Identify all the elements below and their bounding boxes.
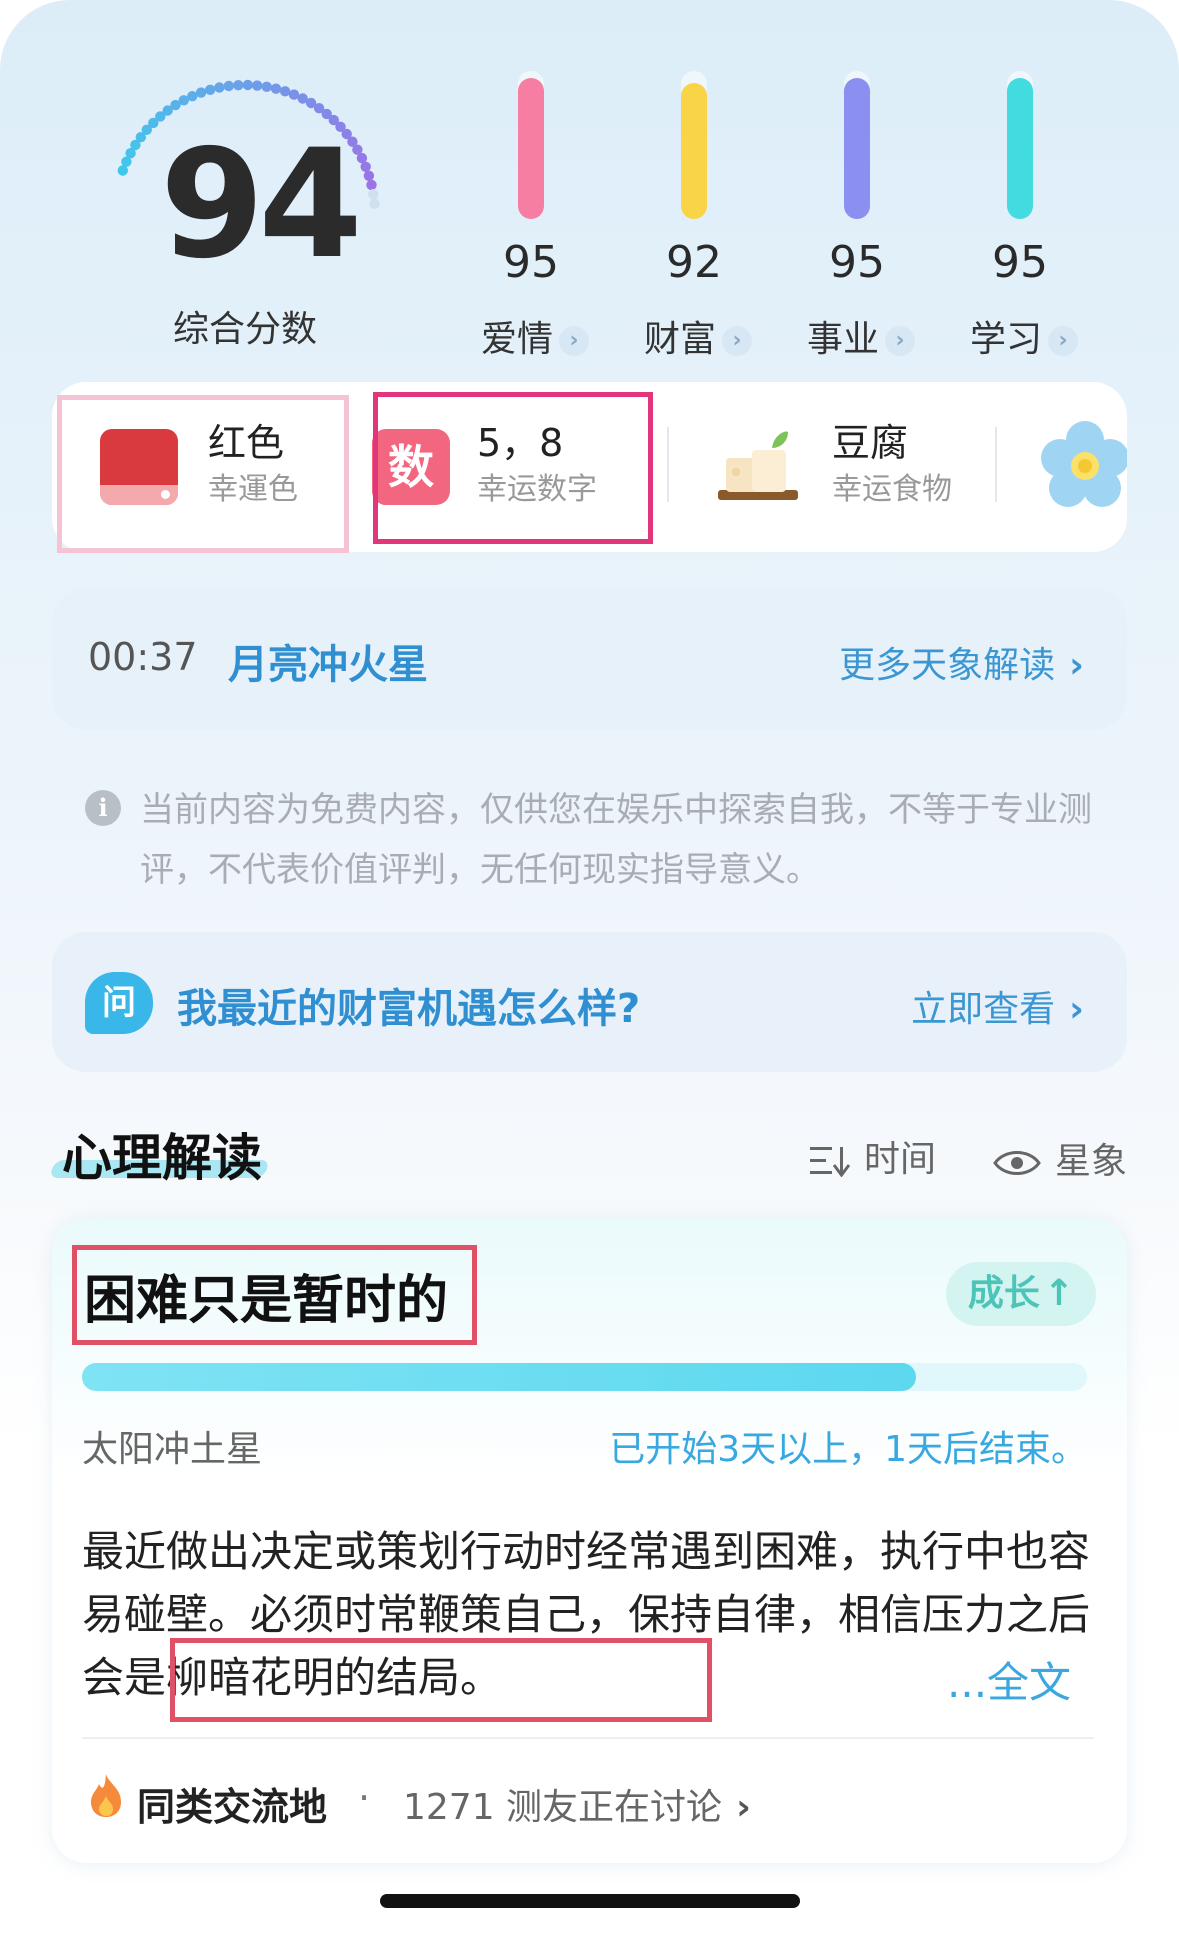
view-now-link[interactable]: 立即查看 › <box>911 980 1084 1032</box>
wealth-bar-track <box>681 71 707 219</box>
eye-icon <box>993 1151 1041 1175</box>
study-label: 学习 <box>969 319 1042 360</box>
dial-dot <box>233 80 244 91</box>
wealth-bar-fill <box>681 83 707 219</box>
sort-icon <box>810 1147 851 1178</box>
dial-dot <box>369 198 380 209</box>
flower-icon <box>1041 421 1127 507</box>
question-text: 我最近的财富机遇怎么样? <box>177 986 641 1032</box>
home-indicator[interactable] <box>380 1894 800 1908</box>
dial-dot <box>252 80 263 91</box>
arrow-up-icon: ↑ <box>1043 1273 1075 1314</box>
chevron-right-icon: › <box>1069 645 1084 686</box>
sort-label: 时间 <box>864 1139 937 1180</box>
dial-dot <box>270 83 282 94</box>
read-full-link[interactable]: ...全文 <box>947 1649 1071 1710</box>
overall-score: 94 <box>160 118 363 292</box>
dial-dot <box>360 161 371 172</box>
transit-name: 太阳冲土星 <box>82 1429 263 1470</box>
lucky-food-sub: 幸运食物 <box>832 472 952 507</box>
dial-dot <box>366 179 377 191</box>
dial-dot <box>195 87 207 98</box>
career-score: 95 <box>829 237 885 288</box>
separator-dot: · <box>358 1776 371 1820</box>
wealth-label: 财富 <box>643 319 716 360</box>
chevron-right-icon: › <box>559 326 589 356</box>
dial-dot <box>214 82 225 93</box>
chevron-right-icon: › <box>722 326 752 356</box>
study-score: 95 <box>992 237 1048 288</box>
community-count: 1271 测友正在讨论 <box>403 1787 723 1828</box>
dial-dot <box>368 189 379 200</box>
community-name[interactable]: 同类交流地 <box>137 1776 327 1831</box>
more-astro-link[interactable]: 更多天象解读 › <box>839 636 1084 688</box>
study-bar-track <box>1007 71 1033 219</box>
transit-duration: 已开始3天以上，1天后结束。 <box>609 1429 1087 1470</box>
dial-dot <box>363 170 375 181</box>
highlight-box <box>373 392 653 544</box>
divider <box>995 427 997 502</box>
study-bar-fill <box>1007 78 1033 219</box>
dial-dot <box>279 86 291 97</box>
transit-progress-fill <box>82 1363 917 1391</box>
lucky-food-title: 豆腐 <box>832 421 909 465</box>
career-bar-track <box>844 71 870 219</box>
wealth-score: 92 <box>666 237 722 288</box>
view-label: 星象 <box>1055 1141 1128 1182</box>
highlight-box <box>170 1638 712 1722</box>
chevron-right-icon: › <box>736 1787 751 1828</box>
info-icon: i <box>85 790 121 826</box>
career-label: 事业 <box>806 319 879 360</box>
chevron-right-icon: › <box>1069 989 1084 1030</box>
sort-by-time-button[interactable]: 时间 <box>810 1130 936 1182</box>
dial-dot <box>261 81 272 92</box>
event-time: 00:37 <box>88 635 198 679</box>
dial-dot <box>205 84 216 95</box>
chevron-right-icon: › <box>1048 326 1078 356</box>
tofu-icon <box>718 431 798 500</box>
disclaimer-text: 当前内容为免费内容，仅供您在娱乐中探索自我，不等于专业测评，不代表价值评判，无任… <box>140 790 1092 890</box>
love-bar-track <box>518 71 544 219</box>
highlight-box <box>57 395 349 553</box>
event-name: 月亮冲火星 <box>228 642 428 688</box>
dial-dot <box>242 79 253 91</box>
love-score: 95 <box>503 237 559 288</box>
fire-icon <box>91 1774 121 1817</box>
astro-view-button[interactable]: 星象 <box>993 1132 1127 1184</box>
view-now-label: 立即查看 <box>911 989 1056 1030</box>
question-bubble-icon: 问 <box>85 972 153 1034</box>
community-count-link[interactable]: 1271 测友正在讨论 › <box>403 1778 751 1830</box>
more-astro-label: 更多天象解读 <box>839 645 1056 686</box>
transit-progress-track <box>82 1363 1087 1391</box>
growth-tag-label: 成长 <box>967 1273 1040 1314</box>
growth-tag: 成长 ↑ <box>946 1262 1096 1326</box>
divider <box>82 1737 1094 1739</box>
love-bar-fill <box>518 78 544 219</box>
chevron-right-icon: › <box>885 326 915 356</box>
overall-score-label: 综合分数 <box>172 309 317 350</box>
lucky-food-item[interactable]: 豆腐 幸运食物 <box>682 382 982 552</box>
highlight-box <box>72 1245 477 1345</box>
dial-dot <box>223 80 234 92</box>
reading-body-part1: 最近做出决定或策划行动时经常遇到困难，执行中也容易碰壁。必须时常鞭策自己，保持自… <box>82 1527 1091 1639</box>
love-label: 爱情 <box>480 319 553 360</box>
section-title: 心理解读 <box>62 1129 262 1187</box>
career-bar-fill <box>844 78 870 219</box>
divider <box>667 427 669 502</box>
